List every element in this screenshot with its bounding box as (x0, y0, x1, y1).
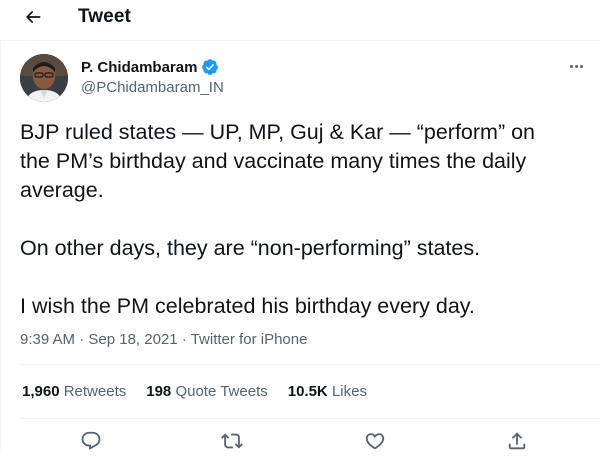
header-divider (0, 40, 600, 41)
tweet-metadata: 9:39 AM · Sep 18, 2021 · Twitter for iPh… (20, 331, 307, 348)
top-bar: Tweet (0, 0, 600, 34)
tweet-stats: 1,960 Retweets 198 Quote Tweets 10.5K Li… (22, 383, 367, 400)
likes-stat[interactable]: 10.5K Likes (288, 383, 367, 400)
tweet-line: I wish the PM celebrated his birthday ev… (20, 294, 475, 318)
tweet-line: On other days, they are “non-performing”… (20, 236, 481, 260)
tweet-actions (0, 428, 600, 450)
share-button[interactable] (506, 430, 528, 452)
more-dot-icon (579, 64, 583, 68)
back-button[interactable] (20, 5, 46, 29)
column-border (0, 40, 1, 450)
tweet-line: average. (20, 178, 104, 202)
tweet-time[interactable]: 9:39 AM (20, 331, 75, 348)
reply-button[interactable] (80, 430, 102, 452)
quotes-stat[interactable]: 198 Quote Tweets (146, 383, 267, 400)
likes-label: Likes (331, 383, 367, 400)
tweet-date[interactable]: Sep 18, 2021 (88, 331, 177, 348)
likes-count: 10.5K (287, 383, 332, 400)
verified-badge-icon (202, 59, 219, 75)
meta-separator: · (181, 331, 191, 348)
avatar-photo (20, 54, 68, 102)
retweets-count: 1,960 (22, 383, 64, 400)
retweets-stat[interactable]: 1,960 Retweets (22, 383, 126, 400)
page-title: Tweet (78, 6, 131, 27)
arrow-left-icon (26, 11, 41, 23)
retweet-button[interactable] (221, 430, 243, 452)
more-dot-icon (569, 64, 573, 68)
author-handle[interactable]: @PChidambaram_IN (81, 79, 224, 96)
like-button[interactable] (364, 430, 386, 452)
meta-divider (20, 364, 600, 365)
meta-separator: · (79, 331, 89, 348)
avatar[interactable] (20, 54, 68, 102)
tweet-text: BJP ruled states — UP, MP, Guj & Kar — “… (20, 118, 585, 321)
tweet-source[interactable]: Twitter for iPhone (191, 331, 308, 348)
quotes-label: Quote Tweets (175, 383, 268, 400)
author-name-text: P. Chidambaram (81, 58, 198, 76)
more-dot-icon (574, 64, 578, 68)
author-name[interactable]: P. Chidambaram (81, 58, 219, 76)
tweet-line: the PM’s birthday and vaccinate many tim… (20, 149, 527, 173)
more-options-button[interactable] (566, 58, 586, 74)
stats-divider (20, 418, 600, 419)
reply-icon (81, 431, 101, 450)
retweet-icon (221, 433, 243, 449)
tweet-line: BJP ruled states — UP, MP, Guj & Kar — “… (20, 120, 536, 144)
retweets-label: Retweets (63, 383, 127, 400)
share-icon (508, 432, 526, 450)
like-icon (365, 433, 385, 450)
quotes-count: 198 (146, 383, 176, 400)
